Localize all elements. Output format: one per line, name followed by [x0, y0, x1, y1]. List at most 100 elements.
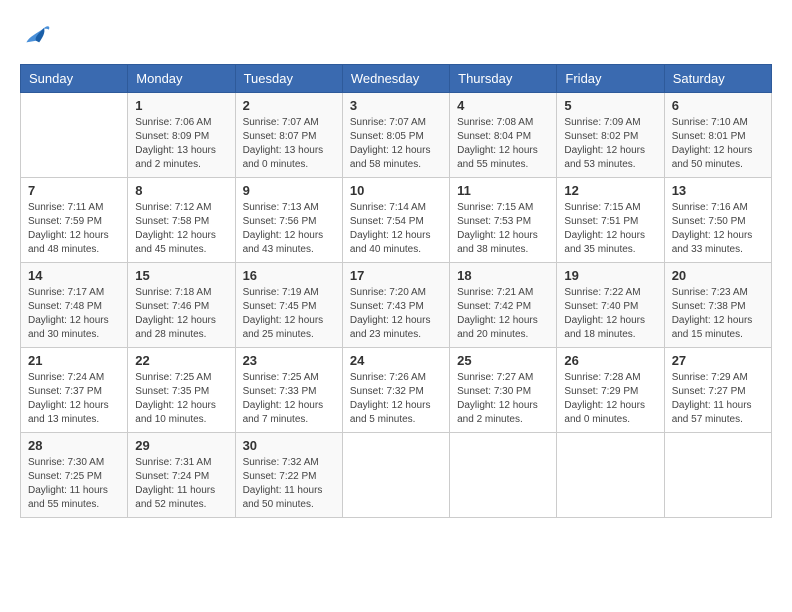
calendar-cell: 26 Sunrise: 7:28 AM Sunset: 7:29 PM Dayli…: [557, 348, 664, 433]
calendar-table: SundayMondayTuesdayWednesdayThursdayFrid…: [20, 64, 772, 518]
day-number: 19: [564, 268, 656, 283]
day-info: Sunrise: 7:10 AM Sunset: 8:01 PM Dayligh…: [672, 116, 764, 172]
day-number: 10: [350, 183, 442, 198]
calendar-cell: 14Sunrise: 7:17 AM Sunset: 7:48 PM Dayli…: [21, 263, 128, 348]
day-number: 6: [672, 98, 764, 113]
calendar-cell: 2 Sunrise: 7:07 AM Sunset: 8:07 PM Daylig…: [235, 93, 342, 178]
day-info: Sunrise: 7:30 AM Sunset: 7:25 PM Dayligh…: [28, 456, 120, 512]
calendar-cell: 8 Sunrise: 7:12 AM Sunset: 7:58 PM Daylig…: [128, 178, 235, 263]
calendar-cell: 30 Sunrise: 7:32 AM Sunset: 7:22 PM Dayli…: [235, 433, 342, 518]
day-number: 11: [457, 183, 549, 198]
calendar-cell: 22Sunrise: 7:25 AM Sunset: 7:35 PM Dayli…: [128, 348, 235, 433]
calendar-cell: [342, 433, 449, 518]
day-number: 24: [350, 353, 442, 368]
day-info: Sunrise: 7:23 AM Sunset: 7:38 PM Dayligh…: [672, 286, 764, 342]
day-number: 29: [135, 438, 227, 453]
day-info: Sunrise: 7:13 AM Sunset: 7:56 PM Dayligh…: [243, 201, 335, 257]
day-info: Sunrise: 7:32 AM Sunset: 7:22 PM Dayligh…: [243, 456, 335, 512]
calendar-cell: [664, 433, 771, 518]
day-number: 4: [457, 98, 549, 113]
calendar-cell: 10Sunrise: 7:14 AM Sunset: 7:54 PM Dayli…: [342, 178, 449, 263]
day-number: 18: [457, 268, 549, 283]
day-number: 14: [28, 268, 120, 283]
calendar-cell: 1Sunrise: 7:06 AM Sunset: 8:09 PM Daylig…: [128, 93, 235, 178]
day-number: 7: [28, 183, 120, 198]
day-number: 20: [672, 268, 764, 283]
calendar-week-5: 28 Sunrise: 7:30 AM Sunset: 7:25 PM Dayli…: [21, 433, 772, 518]
day-info: Sunrise: 7:09 AM Sunset: 8:02 PM Dayligh…: [564, 116, 656, 172]
calendar-cell: 18 Sunrise: 7:21 AM Sunset: 7:42 PM Dayli…: [450, 263, 557, 348]
calendar-cell: 28 Sunrise: 7:30 AM Sunset: 7:25 PM Dayli…: [21, 433, 128, 518]
day-number: 13: [672, 183, 764, 198]
calendar-cell: 17 Sunrise: 7:20 AM Sunset: 7:43 PM Dayli…: [342, 263, 449, 348]
day-info: Sunrise: 7:31 AM Sunset: 7:24 PM Dayligh…: [135, 456, 227, 512]
calendar-cell: 5 Sunrise: 7:09 AM Sunset: 8:02 PM Daylig…: [557, 93, 664, 178]
day-info: Sunrise: 7:29 AM Sunset: 7:27 PM Dayligh…: [672, 371, 764, 427]
day-number: 3: [350, 98, 442, 113]
day-info: Sunrise: 7:16 AM Sunset: 7:50 PM Dayligh…: [672, 201, 764, 257]
calendar-cell: 11 Sunrise: 7:15 AM Sunset: 7:53 PM Dayli…: [450, 178, 557, 263]
calendar-cell: [557, 433, 664, 518]
day-number: 21: [28, 353, 120, 368]
calendar-cell: 3 Sunrise: 7:07 AM Sunset: 8:05 PM Daylig…: [342, 93, 449, 178]
day-info: Sunrise: 7:15 AM Sunset: 7:53 PM Dayligh…: [457, 201, 549, 257]
logo: [20, 20, 58, 48]
day-info: Sunrise: 7:28 AM Sunset: 7:29 PM Dayligh…: [564, 371, 656, 427]
day-info: Sunrise: 7:15 AM Sunset: 7:51 PM Dayligh…: [564, 201, 656, 257]
day-number: 5: [564, 98, 656, 113]
day-info: Sunrise: 7:27 AM Sunset: 7:30 PM Dayligh…: [457, 371, 549, 427]
weekday-header-wednesday: Wednesday: [342, 65, 449, 93]
calendar-cell: 7 Sunrise: 7:11 AM Sunset: 7:59 PM Daylig…: [21, 178, 128, 263]
calendar-cell: 24 Sunrise: 7:26 AM Sunset: 7:32 PM Dayli…: [342, 348, 449, 433]
day-number: 17: [350, 268, 442, 283]
day-info: Sunrise: 7:24 AM Sunset: 7:37 PM Dayligh…: [28, 371, 120, 427]
calendar-cell: 29 Sunrise: 7:31 AM Sunset: 7:24 PM Dayli…: [128, 433, 235, 518]
day-info: Sunrise: 7:26 AM Sunset: 7:32 PM Dayligh…: [350, 371, 442, 427]
calendar-cell: 4 Sunrise: 7:08 AM Sunset: 8:04 PM Daylig…: [450, 93, 557, 178]
day-info: Sunrise: 7:20 AM Sunset: 7:43 PM Dayligh…: [350, 286, 442, 342]
calendar-cell: 21 Sunrise: 7:24 AM Sunset: 7:37 PM Dayli…: [21, 348, 128, 433]
day-info: Sunrise: 7:21 AM Sunset: 7:42 PM Dayligh…: [457, 286, 549, 342]
day-number: 28: [28, 438, 120, 453]
calendar-cell: [450, 433, 557, 518]
day-info: Sunrise: 7:11 AM Sunset: 7:59 PM Dayligh…: [28, 201, 120, 257]
day-number: 27: [672, 353, 764, 368]
day-number: 9: [243, 183, 335, 198]
day-number: 15: [135, 268, 227, 283]
calendar-cell: 15 Sunrise: 7:18 AM Sunset: 7:46 PM Dayli…: [128, 263, 235, 348]
day-info: Sunrise: 7:07 AM Sunset: 8:05 PM Dayligh…: [350, 116, 442, 172]
calendar-cell: 13 Sunrise: 7:16 AM Sunset: 7:50 PM Dayli…: [664, 178, 771, 263]
day-info: Sunrise: 7:07 AM Sunset: 8:07 PM Dayligh…: [243, 116, 335, 172]
calendar-cell: 20 Sunrise: 7:23 AM Sunset: 7:38 PM Dayli…: [664, 263, 771, 348]
day-info: Sunrise: 7:19 AM Sunset: 7:45 PM Dayligh…: [243, 286, 335, 342]
weekday-header-monday: Monday: [128, 65, 235, 93]
day-number: 26: [564, 353, 656, 368]
day-number: 1: [135, 98, 227, 113]
calendar-week-1: 1Sunrise: 7:06 AM Sunset: 8:09 PM Daylig…: [21, 93, 772, 178]
calendar-cell: [21, 93, 128, 178]
calendar-cell: 9 Sunrise: 7:13 AM Sunset: 7:56 PM Daylig…: [235, 178, 342, 263]
day-number: 8: [135, 183, 227, 198]
calendar-cell: 16 Sunrise: 7:19 AM Sunset: 7:45 PM Dayli…: [235, 263, 342, 348]
day-info: Sunrise: 7:25 AM Sunset: 7:35 PM Dayligh…: [135, 371, 227, 427]
day-info: Sunrise: 7:12 AM Sunset: 7:58 PM Dayligh…: [135, 201, 227, 257]
day-number: 16: [243, 268, 335, 283]
day-number: 2: [243, 98, 335, 113]
day-number: 30: [243, 438, 335, 453]
calendar-week-3: 14Sunrise: 7:17 AM Sunset: 7:48 PM Dayli…: [21, 263, 772, 348]
calendar-cell: 12 Sunrise: 7:15 AM Sunset: 7:51 PM Dayli…: [557, 178, 664, 263]
calendar-cell: 23Sunrise: 7:25 AM Sunset: 7:33 PM Dayli…: [235, 348, 342, 433]
day-number: 25: [457, 353, 549, 368]
calendar-week-4: 21 Sunrise: 7:24 AM Sunset: 7:37 PM Dayli…: [21, 348, 772, 433]
day-number: 12: [564, 183, 656, 198]
day-info: Sunrise: 7:18 AM Sunset: 7:46 PM Dayligh…: [135, 286, 227, 342]
calendar-cell: 19 Sunrise: 7:22 AM Sunset: 7:40 PM Dayli…: [557, 263, 664, 348]
logo-icon: [20, 20, 52, 48]
weekday-header-sunday: Sunday: [21, 65, 128, 93]
calendar-cell: 6 Sunrise: 7:10 AM Sunset: 8:01 PM Daylig…: [664, 93, 771, 178]
weekday-header-thursday: Thursday: [450, 65, 557, 93]
calendar-week-2: 7 Sunrise: 7:11 AM Sunset: 7:59 PM Daylig…: [21, 178, 772, 263]
weekday-header-tuesday: Tuesday: [235, 65, 342, 93]
day-info: Sunrise: 7:22 AM Sunset: 7:40 PM Dayligh…: [564, 286, 656, 342]
day-info: Sunrise: 7:08 AM Sunset: 8:04 PM Dayligh…: [457, 116, 549, 172]
